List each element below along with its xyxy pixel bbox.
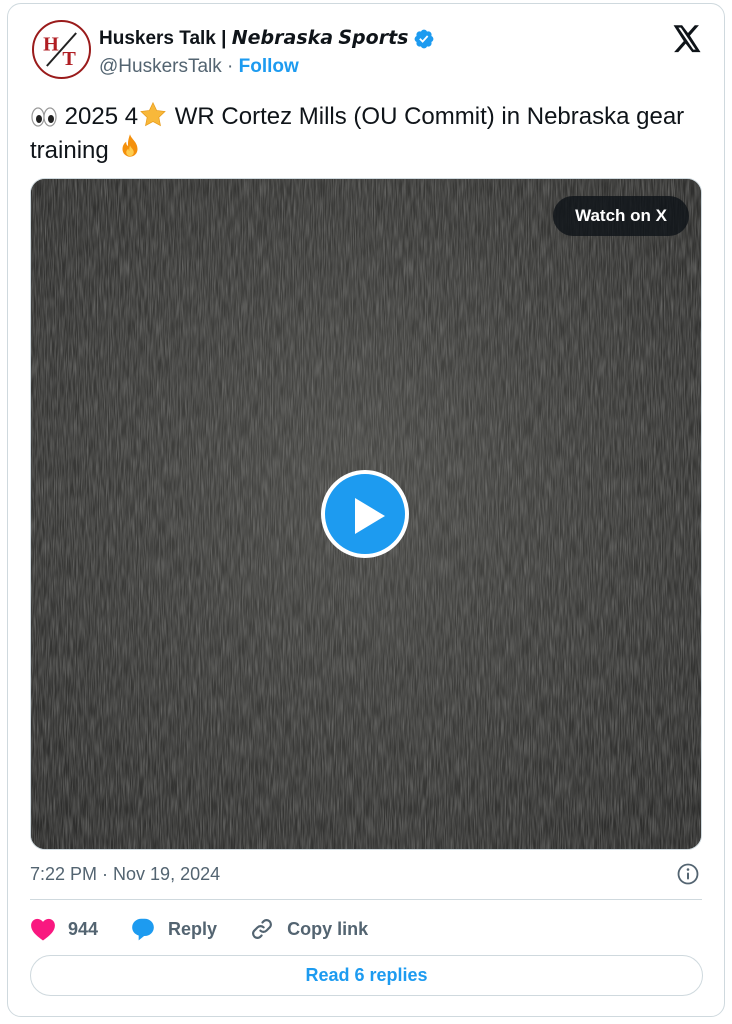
play-button[interactable]: [321, 470, 409, 558]
fire-emoji-icon: [122, 134, 138, 157]
svg-text:H: H: [43, 33, 59, 55]
info-icon[interactable]: [676, 862, 700, 886]
svg-text:T: T: [62, 48, 76, 70]
like-count: 944: [68, 918, 99, 939]
account-avatar[interactable]: H T: [32, 20, 91, 79]
eyes-emoji-icon: [31, 107, 57, 127]
verified-badge-icon: [415, 29, 434, 48]
handle-row: @HuskersTalk · Follow: [99, 56, 299, 78]
follow-button[interactable]: Follow: [239, 56, 299, 77]
tweet-timestamp[interactable]: 7:22 PM · Nov 19, 2024: [30, 864, 220, 885]
reply-bubble-icon: [132, 918, 154, 941]
huskers-talk-logo-icon: H T: [34, 22, 89, 77]
play-icon: [355, 498, 385, 534]
copy-link-label: Copy link: [287, 918, 369, 939]
star-emoji-icon: [140, 101, 166, 127]
video-player[interactable]: Watch on X: [30, 178, 702, 850]
link-icon: [252, 919, 273, 939]
action-bar: 944 Reply Copy link: [30, 914, 400, 944]
copy-link-button[interactable]: Copy link: [249, 916, 368, 942]
reply-label: Reply: [168, 918, 218, 939]
handle[interactable]: @HuskersTalk: [99, 56, 222, 77]
divider: [30, 899, 702, 900]
name-row: Huskers Talk | 𝙉𝙚𝙗𝙧𝙖𝙨𝙠𝙖 𝙎𝙥𝙤𝙧𝙩𝙨: [99, 27, 435, 50]
separator: ·: [227, 56, 234, 77]
tweet-text-part1: 2025 4: [64, 103, 139, 130]
tweet-card: H T Huskers Talk | 𝙉𝙚𝙗𝙧𝙖𝙨𝙠𝙖 𝙎𝙥𝙤𝙧𝙩𝙨 @Husk…: [7, 3, 725, 1017]
heart-icon: [31, 918, 55, 941]
display-name[interactable]: Huskers Talk | 𝙉𝙚𝙗𝙧𝙖𝙨𝙠𝙖 𝙎𝙥𝙤𝙧𝙩𝙨: [99, 27, 408, 50]
like-button[interactable]: 944: [30, 917, 98, 941]
watch-on-x-button[interactable]: Watch on X: [553, 196, 689, 236]
x-logo-icon[interactable]: [672, 25, 702, 53]
read-replies-button[interactable]: Read 6 replies: [30, 955, 703, 996]
tweet-text: 2025 4 WR Cortez Mills (OU Commit) in Ne…: [30, 100, 710, 167]
reply-button[interactable]: Reply: [130, 917, 217, 941]
